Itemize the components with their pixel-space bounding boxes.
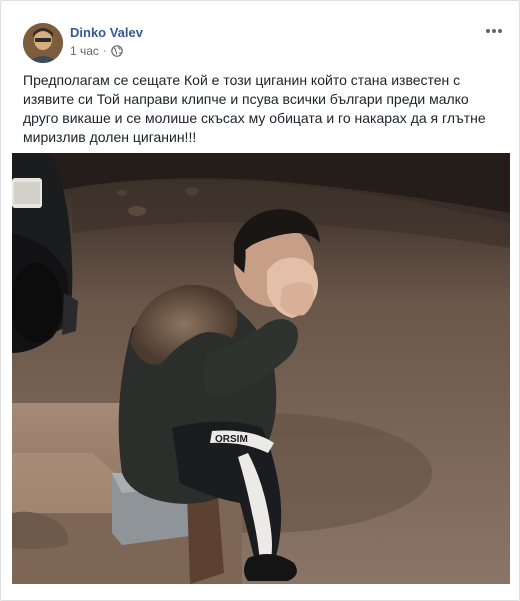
author-name[interactable]: Dinko Valev <box>70 25 143 40</box>
meta-separator: · <box>102 45 107 57</box>
more-options-icon[interactable] <box>483 23 505 39</box>
avatar[interactable] <box>23 23 63 63</box>
post-timestamp[interactable]: 1 час <box>70 44 99 58</box>
avatar-image <box>23 23 63 63</box>
globe-icon[interactable] <box>110 45 123 57</box>
post-card: Dinko Valev 1 час · Предполагам се сещат… <box>0 0 520 601</box>
post-photo[interactable]: ORSIM <box>12 153 510 584</box>
shirt-print-text: ORSIM <box>215 434 248 445</box>
post-header: Dinko Valev 1 час · <box>23 23 503 63</box>
post-meta: 1 час · <box>70 44 123 58</box>
post-photo-image: ORSIM <box>12 153 510 584</box>
post-text: Предполагам се сещате Кой е този циганин… <box>23 72 486 145</box>
